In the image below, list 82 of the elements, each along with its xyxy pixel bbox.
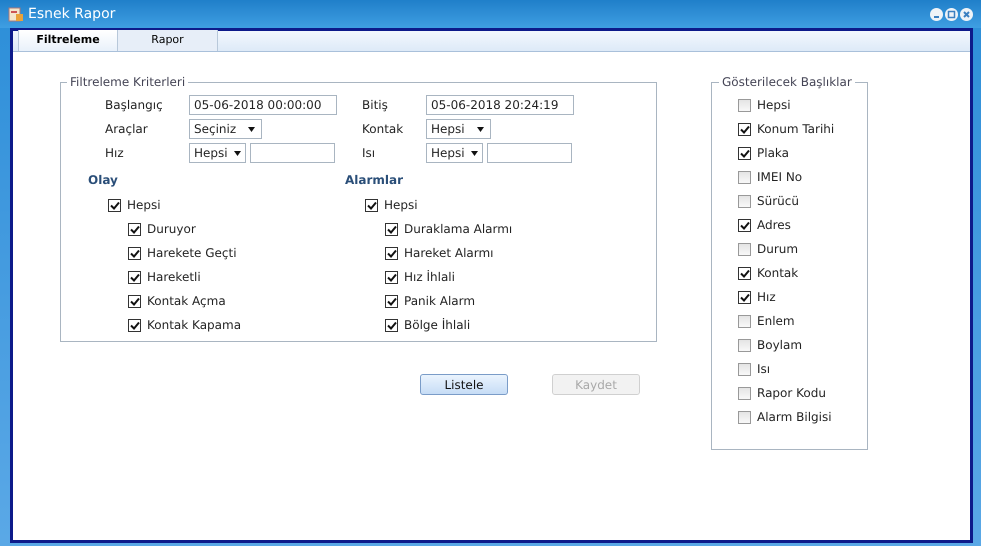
maximize-icon[interactable]: [945, 8, 958, 20]
checkbox-label: Kontak Açma: [147, 293, 226, 310]
input-field[interactable]: [486, 143, 572, 163]
checkbox[interactable]: [128, 318, 141, 332]
panel-legend: Gösterilecek Başlıklar: [719, 73, 855, 91]
checkbox[interactable]: [365, 198, 378, 212]
tab[interactable]: Filtreleme: [18, 30, 118, 51]
checkbox-label: Adres: [757, 217, 791, 234]
checkbox-label: Duruyor: [147, 221, 196, 238]
group-heading: Alarmlar: [345, 172, 404, 189]
checkbox[interactable]: [385, 294, 398, 308]
dropdown[interactable]: Hepsi: [426, 143, 483, 163]
checkbox-label: Duraklama Alarmı: [404, 221, 512, 238]
checkbox[interactable]: [738, 194, 751, 208]
checkbox[interactable]: [128, 222, 141, 236]
checkbox[interactable]: [385, 222, 398, 236]
checkbox[interactable]: [108, 198, 121, 212]
checkbox[interactable]: [738, 386, 751, 400]
checkbox-label: Hepsi: [757, 97, 791, 114]
checkbox-label: Isı: [757, 361, 770, 378]
group-heading: Olay: [88, 172, 119, 189]
checkbox[interactable]: [128, 270, 141, 284]
checkbox-label: Hareket Alarmı: [404, 245, 494, 262]
caret-icon: [470, 150, 478, 156]
checkbox-label: Harekete Geçti: [147, 245, 237, 262]
checkbox-label: Kontak Kapama: [147, 317, 242, 334]
caret-icon: [234, 150, 241, 156]
checkbox-label: Durum: [757, 241, 798, 258]
checkbox[interactable]: [738, 98, 751, 112]
field-label: Kontak: [362, 121, 404, 138]
tab[interactable]: Rapor: [118, 30, 218, 51]
checkbox[interactable]: [738, 266, 751, 280]
checkbox[interactable]: [385, 246, 398, 260]
checkbox[interactable]: [738, 146, 751, 160]
checkbox-label: Hareketli: [147, 269, 201, 286]
date-field[interactable]: 05-06-2018 00:00:00: [189, 95, 337, 115]
checkbox-label: Konum Tarihi: [757, 121, 834, 138]
dropdown[interactable]: Hepsi: [189, 143, 246, 163]
checkbox-label: Kontak: [757, 265, 798, 282]
checkbox-label: Bölge İhlali: [404, 317, 470, 334]
caret-icon: [248, 126, 256, 132]
checkbox[interactable]: [128, 246, 141, 260]
checkbox[interactable]: [738, 290, 751, 304]
report-icon: [8, 6, 24, 22]
dropdown[interactable]: Seçiniz: [189, 119, 262, 139]
checkbox-label: Panik Alarm: [404, 293, 476, 310]
checkbox[interactable]: [738, 218, 751, 232]
checkbox-label: Hepsi: [384, 197, 418, 214]
field-label: Bitiş: [362, 97, 389, 114]
field-label: Araçlar: [105, 121, 149, 138]
dropdown[interactable]: Hepsi: [426, 119, 491, 139]
checkbox-label: Alarm Bilgisi: [757, 409, 832, 426]
checkbox-label: Sürücü: [757, 193, 799, 210]
close-icon[interactable]: [960, 8, 973, 20]
checkbox-label: Hız İhlali: [404, 269, 455, 286]
checkbox[interactable]: [738, 338, 751, 352]
caret-icon: [476, 126, 484, 132]
checkbox[interactable]: [385, 270, 398, 284]
field-label: Isı: [362, 145, 376, 162]
checkbox-label: IMEI No: [757, 169, 802, 186]
checkbox-label: Enlem: [757, 313, 795, 330]
checkbox-label: Boylam: [757, 337, 802, 354]
checkbox[interactable]: [738, 122, 751, 136]
checkbox[interactable]: [385, 318, 398, 332]
checkbox[interactable]: [738, 242, 751, 256]
window-title: Esnek Rapor: [28, 4, 116, 24]
date-field[interactable]: 05-06-2018 20:24:19: [426, 95, 574, 115]
checkbox[interactable]: [738, 410, 751, 424]
checkbox-label: Hız: [757, 289, 776, 306]
action-button[interactable]: Listele: [420, 374, 508, 395]
checkbox[interactable]: [738, 170, 751, 184]
panel-legend: Filtreleme Kriterleri: [67, 73, 188, 91]
checkbox-label: Rapor Kodu: [757, 385, 826, 402]
minimize-icon[interactable]: [930, 8, 943, 20]
checkbox[interactable]: [738, 314, 751, 328]
checkbox[interactable]: [738, 362, 751, 376]
checkbox-label: Plaka: [757, 145, 790, 162]
field-label: Başlangıç: [105, 97, 164, 114]
input-field[interactable]: [250, 143, 335, 163]
field-label: Hız: [105, 145, 125, 162]
checkbox-label: Hepsi: [127, 197, 161, 214]
checkbox[interactable]: [128, 294, 141, 308]
